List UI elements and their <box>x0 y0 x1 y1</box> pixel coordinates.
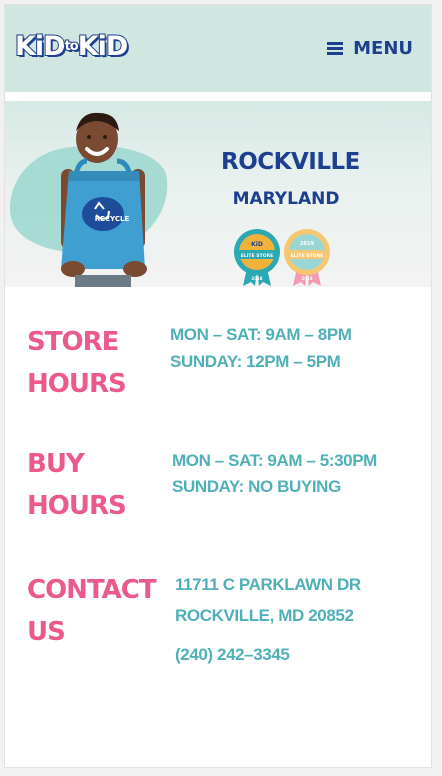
store-hours-heading-line1: STORE <box>27 327 119 357</box>
logo-kid-b: KiD <box>77 30 130 63</box>
store-hours-heading: STORE HOURS <box>27 321 127 405</box>
badge2-ribbon-text: 2019 <box>301 276 312 281</box>
store-hours-sunday: SUNDAY: 12PM – 5PM <box>170 352 341 371</box>
logo-to: to <box>64 38 80 55</box>
contact-phone-link[interactable]: (240) 242–3345 <box>175 645 290 665</box>
buy-hours-heading-line1: BUY <box>27 449 85 479</box>
badge1-top-text: KiD <box>251 241 263 248</box>
buy-hours-heading: BUY HOURS <box>27 443 127 527</box>
contact-address-line1: 11711 C PARKLAWN DR <box>175 575 361 594</box>
badge2-top-text: 2019 <box>300 241 314 247</box>
badge1-ribbon-text: 2018 <box>251 276 262 281</box>
contact-heading-line2: US <box>27 617 66 647</box>
logo-kid-a: KiD <box>14 30 67 63</box>
badge2-main-text: ELITE STORE <box>291 253 324 259</box>
hamburger-icon <box>327 42 344 55</box>
store-hours-weekday: MON – SAT: 9AM – 8PM <box>170 325 352 344</box>
store-hours-heading-line2: HOURS <box>27 369 127 399</box>
site-header: KiDtoKiD MENU <box>5 5 431 96</box>
recycle-icon <box>82 197 124 231</box>
bag-recycle-text: RECYCLE <box>94 215 130 223</box>
menu-label: MENU <box>353 38 413 59</box>
contact-address-line2: ROCKVILLE, MD 20852 <box>175 606 354 625</box>
contact-heading-line1: CONTACT <box>27 575 157 605</box>
menu-button[interactable]: MENU <box>327 38 413 59</box>
page-frame: KiDtoKiD MENU RECYCLE ROCKVILLE MARYLAND… <box>4 4 432 768</box>
buy-hours-heading-line2: HOURS <box>27 491 127 521</box>
buy-hours-sunday: SUNDAY: NO BUYING <box>172 477 341 496</box>
buy-hours-weekday: MON – SAT: 9AM – 5:30PM <box>172 451 377 470</box>
elite-store-badge-2019: 2019 ELITE STORE 2019 <box>284 229 330 286</box>
contact-heading: CONTACT US <box>27 569 157 653</box>
kid-with-recycle-bag-image <box>61 112 147 287</box>
store-hero-banner: RECYCLE ROCKVILLE MARYLAND KiD ELITE STO… <box>5 101 431 287</box>
kid-to-kid-logo[interactable]: KiDtoKiD <box>14 30 130 63</box>
badge1-main-text: ELITE STORE <box>241 253 274 259</box>
store-city: ROCKVILLE <box>221 149 360 175</box>
elite-store-badge-2018: KiD ELITE STORE 2018 <box>234 229 280 286</box>
store-state: MARYLAND <box>232 189 340 209</box>
